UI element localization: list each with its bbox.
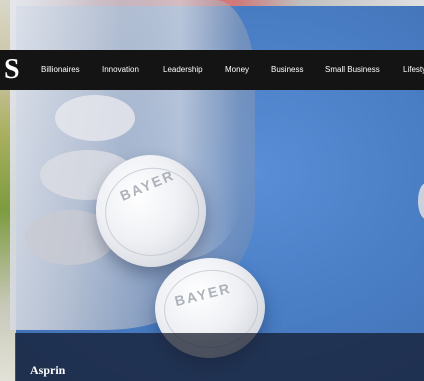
nav-item-small-business[interactable]: Small Business — [325, 50, 380, 90]
nav-item-leadership[interactable]: Leadership — [163, 50, 203, 90]
top-navigation-bar: S Billionaires Innovation Leadership Mon… — [0, 50, 424, 90]
nav-item-money[interactable]: Money — [225, 50, 249, 90]
caption-overlay — [15, 333, 424, 381]
tablet-stamp: BAYER — [172, 279, 233, 310]
tablet-stamp: BAYER — [117, 166, 177, 204]
image-caption: Asprin — [30, 363, 66, 377]
nav-item-billionaires[interactable]: Billionaires — [41, 50, 80, 90]
pill-in-bottle — [55, 95, 135, 141]
site-logo[interactable]: S — [4, 53, 22, 87]
nav-item-business[interactable]: Business — [271, 50, 303, 90]
nav-item-lifestyle[interactable]: Lifesty — [403, 50, 424, 90]
nav-item-innovation[interactable]: Innovation — [102, 50, 139, 90]
